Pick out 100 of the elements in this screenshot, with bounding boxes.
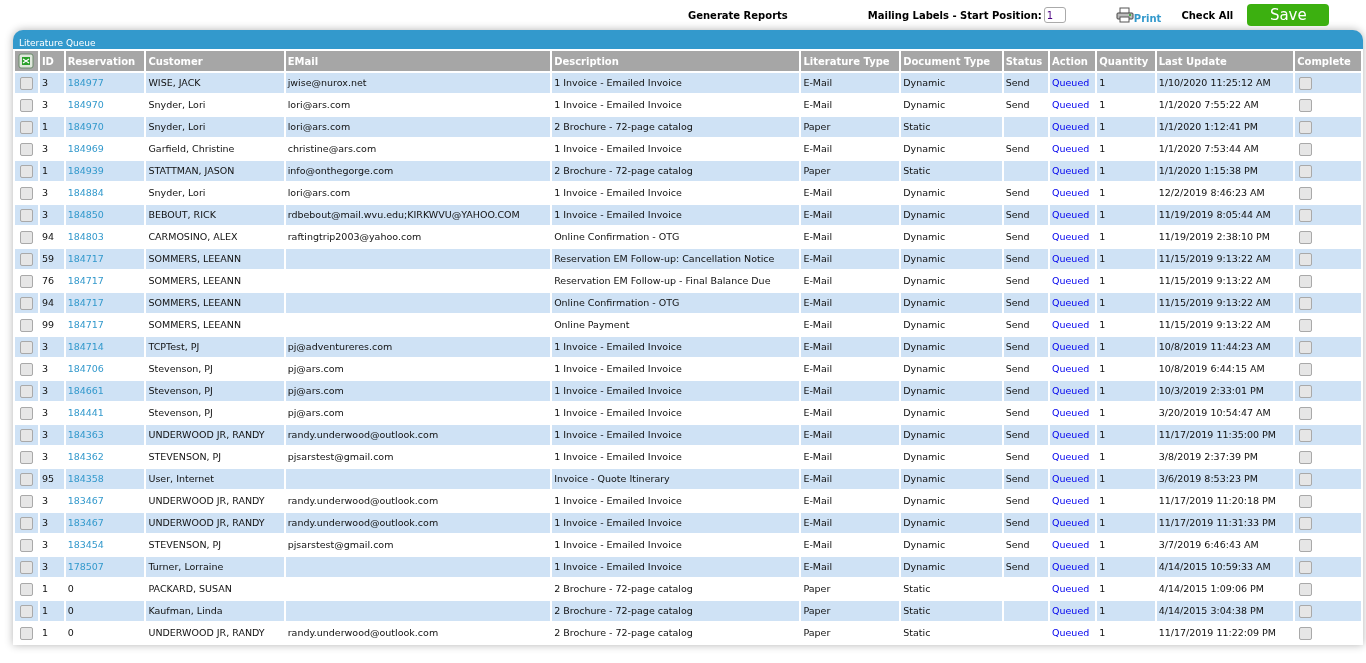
id-cell-text: 3 — [40, 428, 49, 440]
row-checkbox[interactable] — [19, 120, 33, 134]
row-checkbox[interactable] — [19, 252, 33, 266]
row-checkbox[interactable] — [19, 186, 33, 200]
last-update-cell-text: 11/15/2019 9:13:22 AM — [1157, 318, 1272, 330]
row-checkbox[interactable] — [19, 384, 33, 398]
complete-checkbox[interactable] — [1299, 472, 1313, 486]
row-checkbox[interactable] — [19, 450, 33, 464]
row-checkbox[interactable] — [19, 98, 33, 112]
action-link[interactable]: Queued — [1050, 428, 1092, 440]
id-cell-text: 95 — [40, 472, 55, 484]
row-checkbox[interactable] — [19, 208, 33, 222]
complete-checkbox[interactable] — [1299, 164, 1313, 178]
complete-checkbox[interactable] — [1299, 626, 1313, 640]
action-link[interactable]: Queued — [1050, 230, 1092, 242]
generate-reports-label[interactable]: Generate Reports — [688, 7, 788, 23]
quantity-cell-text: 1 — [1098, 626, 1107, 638]
complete-checkbox[interactable] — [1299, 208, 1313, 222]
id-cell-text: 3 — [40, 516, 49, 528]
row-checkbox[interactable] — [19, 142, 33, 156]
action-link[interactable]: Queued — [1050, 406, 1092, 418]
action-link[interactable]: Queued — [1050, 626, 1092, 638]
complete-checkbox[interactable] — [1299, 230, 1313, 244]
action-link[interactable]: Queued — [1050, 164, 1092, 176]
mailing-labels-label: Mailing Labels - Start Position: — [867, 8, 1042, 23]
action-link[interactable]: Queued — [1050, 384, 1092, 396]
row-checkbox[interactable] — [19, 626, 33, 640]
email-cell-text: pj@ars.com — [286, 406, 345, 418]
row-checkbox[interactable] — [19, 560, 33, 574]
row-checkbox[interactable] — [19, 164, 33, 178]
action-link[interactable]: Queued — [1050, 186, 1092, 198]
complete-checkbox[interactable] — [1299, 516, 1313, 530]
email-cell-text: lori@ars.com — [286, 186, 352, 198]
complete-checkbox[interactable] — [1299, 362, 1313, 376]
action-link[interactable]: Queued — [1050, 560, 1092, 572]
complete-checkbox[interactable] — [1299, 604, 1313, 618]
action-link[interactable]: Queued — [1050, 274, 1092, 286]
row-checkbox[interactable] — [19, 472, 33, 486]
complete-checkbox[interactable] — [1299, 186, 1313, 200]
quantity-cell-text: 1 — [1098, 318, 1107, 330]
complete-checkbox[interactable] — [1299, 340, 1313, 354]
row-checkbox[interactable] — [19, 296, 33, 310]
complete-checkbox[interactable] — [1299, 318, 1313, 332]
action-link[interactable]: Queued — [1050, 252, 1092, 264]
check-all-label[interactable]: Check All — [1181, 7, 1234, 23]
description-cell-text: 1 Invoice - Emailed Invoice — [553, 406, 683, 418]
row-checkbox[interactable] — [19, 538, 33, 552]
complete-checkbox[interactable] — [1299, 582, 1313, 596]
row-checkbox[interactable] — [19, 428, 33, 442]
complete-checkbox[interactable] — [1299, 494, 1313, 508]
complete-checkbox[interactable] — [1299, 76, 1313, 90]
row-checkbox[interactable] — [19, 582, 33, 596]
action-link[interactable]: Queued — [1050, 120, 1092, 132]
printer-icon[interactable] — [1115, 7, 1134, 23]
action-link[interactable]: Queued — [1050, 318, 1092, 330]
complete-checkbox[interactable] — [1299, 428, 1313, 442]
complete-checkbox[interactable] — [1299, 296, 1313, 310]
complete-checkbox[interactable] — [1299, 274, 1313, 288]
action-link[interactable]: Queued — [1050, 516, 1092, 528]
row-checkbox[interactable] — [19, 604, 33, 618]
complete-checkbox[interactable] — [1299, 384, 1313, 398]
complete-checkbox[interactable] — [1299, 538, 1313, 552]
document-type-cell-text: Static — [902, 120, 932, 132]
action-link[interactable]: Queued — [1050, 362, 1092, 374]
action-link[interactable]: Queued — [1050, 538, 1092, 550]
row-checkbox[interactable] — [19, 362, 33, 376]
complete-checkbox[interactable] — [1299, 120, 1313, 134]
row-checkbox[interactable] — [19, 406, 33, 420]
row-checkbox[interactable] — [19, 494, 33, 508]
complete-checkbox[interactable] — [1299, 560, 1313, 574]
id-cell-text: 3 — [40, 560, 49, 572]
complete-checkbox[interactable] — [1299, 142, 1313, 156]
action-link[interactable]: Queued — [1050, 208, 1092, 220]
row-checkbox[interactable] — [19, 318, 33, 332]
description-cell-text: 1 Invoice - Emailed Invoice — [553, 494, 683, 506]
action-link[interactable]: Queued — [1050, 604, 1092, 616]
row-checkbox[interactable] — [19, 516, 33, 530]
row-checkbox[interactable] — [19, 340, 33, 354]
id-cell-text: 76 — [40, 274, 55, 286]
complete-checkbox[interactable] — [1299, 406, 1313, 420]
complete-checkbox[interactable] — [1299, 98, 1313, 112]
id-cell-text: 94 — [40, 296, 55, 308]
row-checkbox[interactable] — [19, 230, 33, 244]
action-link[interactable]: Queued — [1050, 296, 1092, 308]
action-link[interactable]: Queued — [1050, 582, 1092, 594]
action-link[interactable]: Queued — [1050, 76, 1092, 88]
complete-checkbox[interactable] — [1299, 450, 1313, 464]
row-checkbox[interactable] — [19, 76, 33, 90]
action-link[interactable]: Queued — [1050, 98, 1092, 110]
action-link[interactable]: Queued — [1050, 494, 1092, 506]
customer-cell-text: STEVENSON, PJ — [147, 538, 223, 550]
start-position-field[interactable]: 1 — [1043, 7, 1066, 23]
row-checkbox[interactable] — [19, 274, 33, 288]
action-link[interactable]: Queued — [1050, 142, 1092, 154]
action-link[interactable]: Queued — [1050, 340, 1092, 352]
literature-type-cell-text: E-Mail — [802, 472, 834, 484]
action-link[interactable]: Queued — [1050, 472, 1092, 484]
action-link[interactable]: Queued — [1050, 450, 1092, 462]
last-update-cell-text: 11/19/2019 2:38:10 PM — [1157, 230, 1271, 242]
complete-checkbox[interactable] — [1299, 252, 1313, 266]
